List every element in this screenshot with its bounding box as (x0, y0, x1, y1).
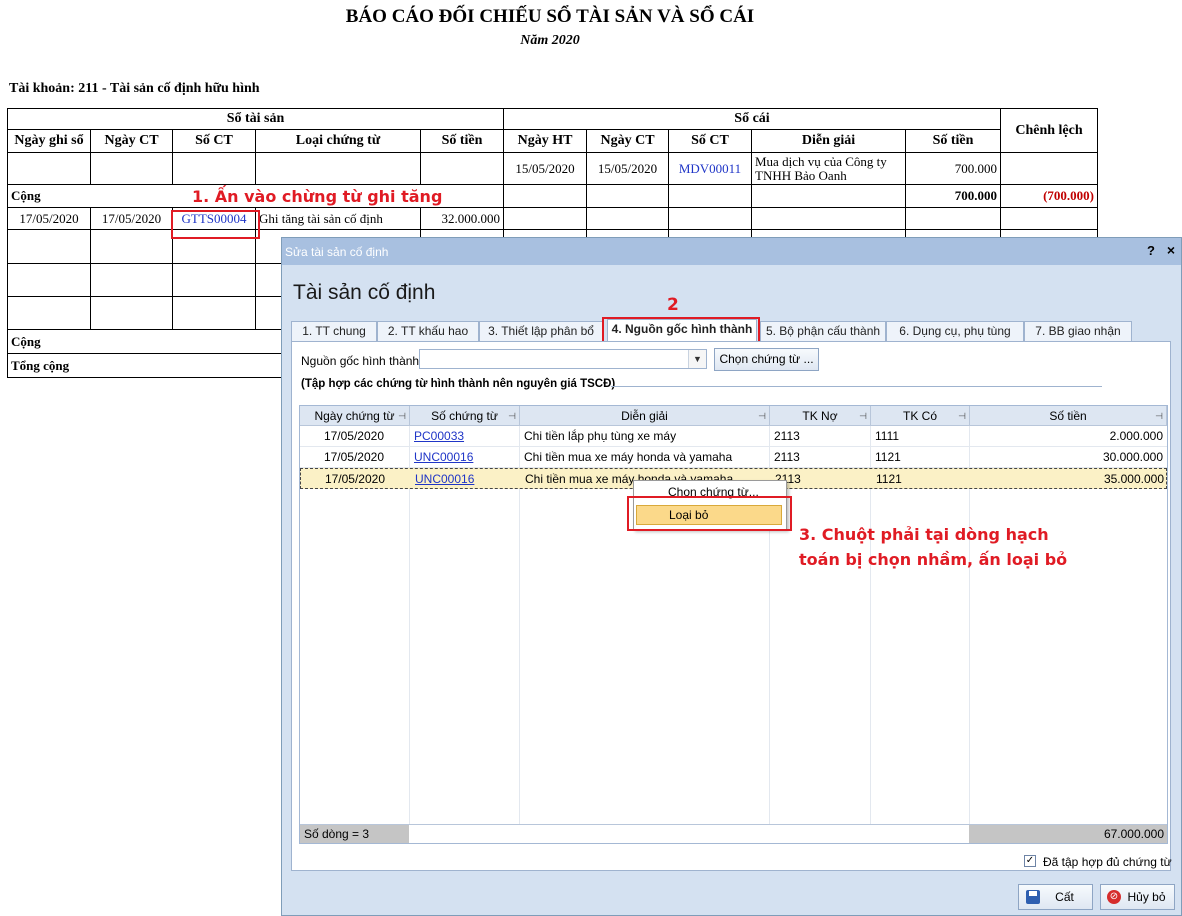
diff-header: Chênh lệch (1000, 108, 1098, 153)
row-debit: 2113 (774, 450, 800, 464)
pin-icon[interactable]: ⊣ (859, 406, 867, 426)
col-ledger-desc: Diễn giải (751, 129, 906, 153)
save-label: Cất (1055, 890, 1074, 904)
tab-handover[interactable]: 7. BB giao nhận (1024, 321, 1132, 341)
pin-icon[interactable]: ⊣ (758, 406, 766, 426)
chevron-down-icon[interactable]: ▼ (688, 350, 706, 368)
row-credit: 1111 (875, 429, 900, 443)
choose-doc-button[interactable]: Chọn chứng từ ... (714, 348, 819, 371)
asset-date: 17/05/2020 (7, 207, 91, 230)
complete-checkbox-label: Đã tập hợp đủ chứng từ (1043, 855, 1172, 869)
col-ledger-date-ht: Ngày HT (503, 129, 587, 153)
col-ledger-date-ct: Ngày CT (586, 129, 669, 153)
col-asset-amount: Số tiền (420, 129, 504, 153)
cancel-button[interactable]: ⊘ Hủy bỏ (1100, 884, 1175, 910)
col-ledger-no: Số CT (668, 129, 752, 153)
dialog-heading: Tài sản cố định (293, 281, 436, 304)
doc-grid: Ngày chứng từ ⊣ Số chứng từ ⊣ Diễn giải ⊣ T… (299, 405, 1168, 844)
ledger-desc: Mua dịch vụ của Công ty TNHH Bảo Oanh (751, 152, 906, 185)
step3-highlight (627, 496, 792, 531)
step3-annotation: 3. Chuột phải tại dòng hạch toán bị chọn… (799, 522, 1067, 572)
row-date: 17/05/2020 (323, 450, 384, 464)
step1-highlight (171, 210, 260, 239)
dialog-window-title: Sửa tài sản cố định (285, 245, 389, 259)
col-asset-date: Ngày ghi sổ (7, 129, 91, 153)
help-icon[interactable]: ? (1147, 243, 1155, 258)
grid-header-desc[interactable]: Diễn giải ⊣ (520, 406, 770, 426)
group-ledger-header: Sổ cái (503, 108, 1001, 130)
col-asset-type: Loại chứng từ (255, 129, 421, 153)
tab-depreciation[interactable]: 2. TT khấu hao (377, 321, 479, 341)
grid-header-credit[interactable]: TK Có ⊣ (871, 406, 970, 426)
source-combo[interactable]: ▼ (419, 349, 707, 369)
step1-annotation: 1. Ấn vào chừng từ ghi tăng (192, 187, 443, 206)
row-doc-link[interactable]: UNC00016 (414, 450, 473, 464)
pin-icon[interactable]: ⊣ (508, 406, 516, 426)
row-debit: 2113 (774, 429, 800, 443)
pin-icon[interactable]: ⊣ (398, 406, 406, 426)
row-amount: 30.000.000 (1102, 450, 1163, 464)
row-doc-link[interactable]: PC00033 (414, 429, 464, 443)
grid-header-no[interactable]: Số chứng từ ⊣ (410, 406, 520, 426)
section-title: (Tập hợp các chứng từ hình thành nên ngu… (301, 378, 616, 390)
row-doc-link[interactable]: UNC00016 (415, 472, 474, 486)
grid-row[interactable]: 17/05/2020 UNC00016 Chi tiền mua xe máy … (300, 447, 1167, 468)
tab-tools[interactable]: 6. Dụng cụ, phụ tùng (886, 321, 1024, 341)
row-credit: 1121 (875, 450, 901, 464)
report-title: BÁO CÁO ĐỐI CHIẾU SỔ TÀI SẢN VÀ SỔ CÁI (345, 6, 755, 27)
tab-allocation[interactable]: 3. Thiết lập phân bổ (479, 321, 603, 341)
row-count: Số dòng = 3 (300, 825, 409, 843)
col-asset-no: Số CT (172, 129, 256, 153)
grid-total: 67.000.000 (969, 825, 1167, 843)
ledger-date-ht: 15/05/2020 (503, 152, 587, 185)
section-divider (611, 386, 1102, 387)
col-asset-date-ct: Ngày CT (90, 129, 173, 153)
row-desc: Chi tiền lắp phụ tùng xe máy (524, 429, 677, 443)
report-subtitle: Năm 2020 (520, 33, 580, 48)
save-button[interactable]: Cất (1018, 884, 1093, 910)
sum-diff: (700.000) (1000, 184, 1098, 208)
floppy-icon (1026, 890, 1040, 904)
grid-footer: Số dòng = 3 67.000.000 (300, 824, 1167, 843)
step2-annotation: 2 (667, 295, 679, 315)
report-account: Tài khoản: 211 - Tài sản cố định hữu hìn… (9, 81, 260, 96)
row-amount: 2.000.000 (1109, 429, 1163, 443)
edit-asset-dialog: Sửa tài sản cố định ? × Tài sản cố định … (281, 237, 1182, 916)
source-label: Nguồn gốc hình thành (301, 354, 420, 368)
asset-amount: 32.000.000 (420, 207, 504, 230)
row-desc: Chi tiền mua xe máy honda và yamaha (524, 450, 733, 464)
cancel-icon: ⊘ (1107, 890, 1121, 904)
row-amount: 35.000.000 (1103, 472, 1164, 486)
ledger-date-ct: 15/05/2020 (586, 152, 669, 185)
pin-icon[interactable]: ⊣ (1155, 406, 1163, 426)
dialog-titlebar[interactable]: Sửa tài sản cố định ? × (282, 238, 1181, 265)
grid-header-debit[interactable]: TK Nợ ⊣ (770, 406, 871, 426)
tab-components[interactable]: 5. Bộ phận cấu thành (760, 321, 886, 341)
asset-doc-type: Ghi tăng tài sản cố định (255, 207, 421, 230)
grid-header-amount[interactable]: Số tiền ⊣ (970, 406, 1167, 426)
ledger-amount: 700.000 (905, 152, 1001, 185)
col-ledger-amount: Số tiền (905, 129, 1001, 153)
grid-row[interactable]: 17/05/2020 PC00033 Chi tiền lắp phụ tùng… (300, 426, 1167, 447)
group-asset-header: Sổ tài sản (7, 108, 504, 130)
pin-icon[interactable]: ⊣ (958, 406, 966, 426)
step3-line2: toán bị chọn nhầm, ấn loại bỏ (799, 550, 1068, 569)
complete-checkbox[interactable]: ✓ (1024, 855, 1036, 867)
tab-general[interactable]: 1. TT chung (291, 321, 377, 341)
grid-header-date[interactable]: Ngày chứng từ ⊣ (300, 406, 410, 426)
row-date: 17/05/2020 (324, 472, 385, 486)
row-date: 17/05/2020 (323, 429, 384, 443)
row-credit: 1121 (876, 472, 902, 486)
asset-date-ct: 17/05/2020 (90, 207, 173, 230)
close-icon[interactable]: × (1167, 242, 1175, 258)
step3-line1: 3. Chuột phải tại dòng hạch (799, 525, 1049, 544)
sum-ledger-amount: 700.000 (905, 184, 1001, 208)
ledger-doc-link[interactable]: MDV00011 (668, 152, 752, 185)
